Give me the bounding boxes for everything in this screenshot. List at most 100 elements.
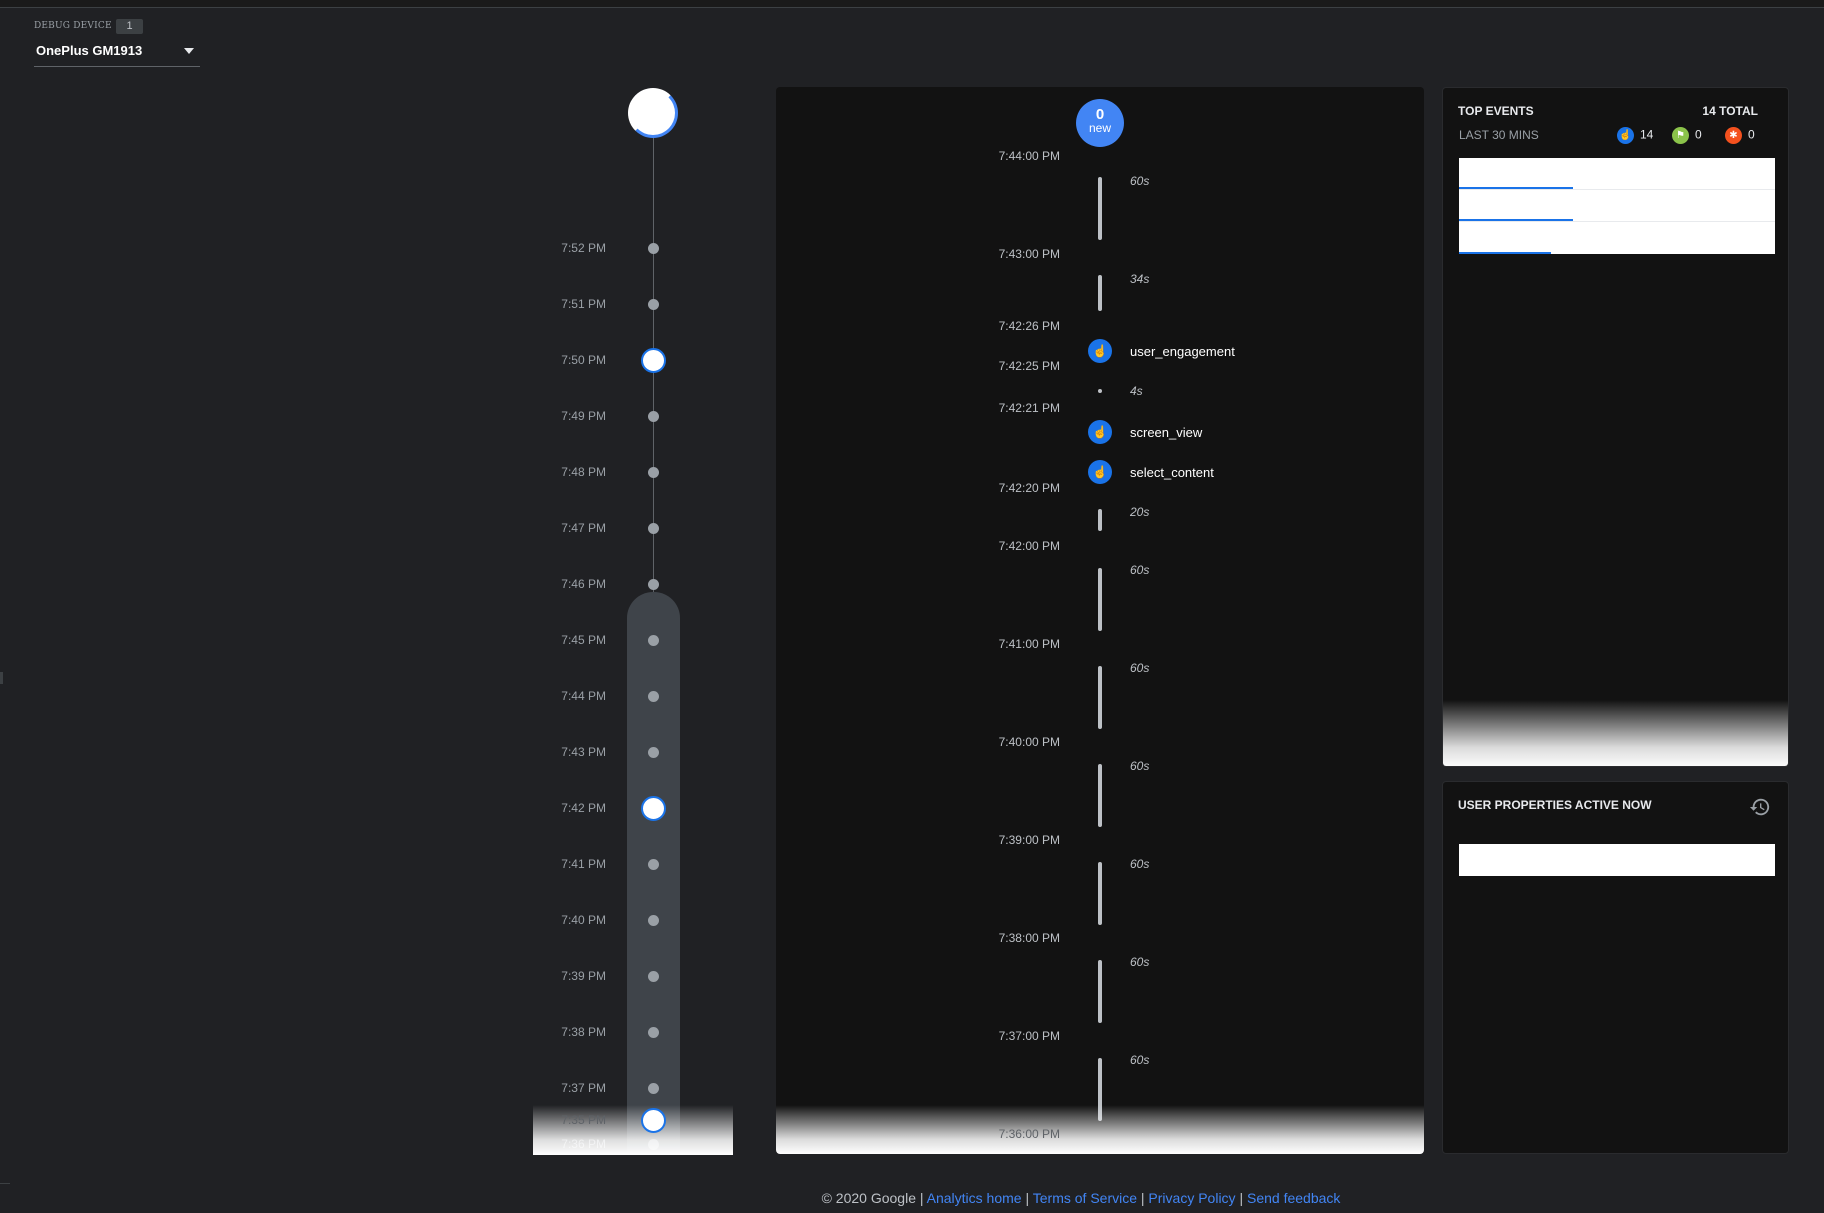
minute-dot-active	[641, 348, 666, 373]
minute-dot	[648, 915, 659, 926]
event-name[interactable]: screen_view	[1130, 425, 1202, 440]
minute-row[interactable]: 7:38 PM	[533, 1022, 733, 1042]
event-name[interactable]: select_content	[1130, 465, 1214, 480]
minute-time: 7:40 PM	[561, 913, 606, 927]
new-events-badge[interactable]: 0 new	[1076, 99, 1124, 147]
stream-timestamp: 7:37:00 PM	[998, 1029, 1060, 1043]
event-name[interactable]: user_engagement	[1130, 344, 1235, 359]
copyright: © 2020 Google	[821, 1190, 916, 1206]
separator: |	[919, 1190, 927, 1206]
seconds-stream: 0 new 7:44:00 PM 60s 7:43:00 PM 34s 7:42…	[776, 87, 1424, 1154]
stream-timestamp: 7:36:00 PM	[998, 1127, 1060, 1141]
touch-icon[interactable]: ☝	[1088, 339, 1112, 363]
minute-time: 7:50 PM	[561, 353, 606, 367]
gap-label: 60s	[1130, 174, 1150, 188]
error-count: 0	[1748, 127, 1755, 142]
stream-timestamp: 7:41:00 PM	[998, 637, 1060, 651]
minute-row[interactable]: 7:49 PM	[533, 406, 733, 426]
minute-time: 7:37 PM	[561, 1081, 606, 1095]
minute-dot	[648, 859, 659, 870]
minute-time: 7:43 PM	[561, 745, 606, 759]
event-share-bar	[1459, 219, 1573, 221]
minute-row[interactable]: 7:50 PM	[533, 348, 733, 373]
minute-row[interactable]: 7:45 PM	[533, 630, 733, 650]
top-events-list	[1459, 158, 1775, 254]
separator: |	[1025, 1190, 1033, 1206]
minute-time: 7:47 PM	[561, 521, 606, 535]
privacy-policy-link[interactable]: Privacy Policy	[1148, 1190, 1235, 1206]
minute-dot	[648, 635, 659, 646]
minute-dot	[648, 747, 659, 758]
stream-timestamp: 7:42:26 PM	[998, 319, 1060, 333]
gap-label: 60s	[1130, 759, 1150, 773]
minute-row[interactable]: 7:51 PM	[533, 294, 733, 314]
minute-row[interactable]: 7:48 PM	[533, 462, 733, 482]
minute-row[interactable]: 7:52 PM	[533, 238, 733, 258]
device-select[interactable]: OnePlus GM1913	[34, 40, 200, 67]
gap-bar	[1098, 960, 1102, 1023]
top-event-row[interactable]	[1459, 190, 1775, 222]
stream-timestamp: 7:42:20 PM	[998, 481, 1060, 495]
minute-dot	[648, 1139, 659, 1150]
send-feedback-link[interactable]: Send feedback	[1247, 1190, 1340, 1206]
stream-timestamp: 7:38:00 PM	[998, 931, 1060, 945]
minute-timeline: 7:52 PM 7:51 PM 7:50 PM 7:49 PM 7:48 PM …	[533, 80, 733, 1154]
top-events-subtitle: LAST 30 MINS	[1459, 128, 1539, 142]
minute-time: 7:39 PM	[561, 969, 606, 983]
minute-dot	[648, 579, 659, 590]
minute-row[interactable]: 7:42 PM	[533, 796, 733, 821]
minute-row[interactable]: 7:44 PM	[533, 686, 733, 706]
minute-row[interactable]: 7:35 PM	[533, 1108, 733, 1133]
top-events-total: 14 TOTAL	[1702, 104, 1758, 118]
caret-down-icon	[184, 48, 194, 54]
device-name: OnePlus GM1913	[36, 43, 143, 58]
top-event-row[interactable]	[1459, 158, 1775, 190]
separator: |	[1239, 1190, 1247, 1206]
minute-row[interactable]: 7:39 PM	[533, 966, 733, 986]
analytics-home-link[interactable]: Analytics home	[927, 1190, 1022, 1206]
stream-timestamp: 7:40:00 PM	[998, 735, 1060, 749]
live-indicator[interactable]	[628, 88, 678, 138]
minute-row[interactable]: 7:36 PM	[533, 1134, 733, 1154]
minute-dot	[648, 411, 659, 422]
minute-row[interactable]: 7:41 PM	[533, 854, 733, 874]
top-events-title: TOP EVENTS	[1458, 104, 1534, 118]
stream-timestamp: 7:39:00 PM	[998, 833, 1060, 847]
touch-icon[interactable]: ☝	[1088, 420, 1112, 444]
minute-row[interactable]: 7:37 PM	[533, 1078, 733, 1098]
event-count: 14	[1640, 127, 1654, 142]
gap-label: 60s	[1130, 955, 1150, 969]
event-share-bar	[1459, 187, 1573, 189]
minute-dot	[648, 299, 659, 310]
top-event-row[interactable]	[1459, 222, 1775, 254]
history-icon[interactable]	[1749, 796, 1771, 818]
minute-row[interactable]: 7:46 PM	[533, 574, 733, 594]
touch-icon[interactable]: ☝	[1088, 460, 1112, 484]
event-count-stat: ☝ 14	[1617, 127, 1653, 145]
minute-dot	[648, 1083, 659, 1094]
stream-timestamp: 7:43:00 PM	[998, 247, 1060, 261]
minute-time: 7:35 PM	[561, 1113, 606, 1127]
touch-icon: ☝	[1617, 127, 1634, 144]
minute-time: 7:42 PM	[561, 801, 606, 815]
gap-bar	[1098, 509, 1102, 531]
side-handle[interactable]	[0, 672, 3, 684]
minute-dot-active	[641, 1108, 666, 1133]
terms-of-service-link[interactable]: Terms of Service	[1033, 1190, 1137, 1206]
user-properties-panel: USER PROPERTIES ACTIVE NOW	[1442, 781, 1789, 1154]
minute-dot	[648, 467, 659, 478]
bug-icon: ✱	[1725, 127, 1742, 144]
minute-row[interactable]: 7:40 PM	[533, 910, 733, 930]
gap-dot	[1098, 389, 1102, 393]
minute-row[interactable]: 7:43 PM	[533, 742, 733, 762]
debug-device-label: DEBUG DEVICE	[34, 21, 112, 31]
top-events-panel: TOP EVENTS 14 TOTAL LAST 30 MINS ☝ 14 ⚑ 0 …	[1442, 87, 1789, 767]
gap-label: 4s	[1130, 384, 1143, 398]
new-label: new	[1088, 121, 1111, 135]
minute-dot	[648, 1027, 659, 1038]
minute-row[interactable]: 7:47 PM	[533, 518, 733, 538]
gap-bar	[1098, 1058, 1102, 1121]
gap-label: 34s	[1130, 272, 1150, 286]
user-properties-title: USER PROPERTIES ACTIVE NOW	[1458, 798, 1652, 812]
minute-dot	[648, 691, 659, 702]
